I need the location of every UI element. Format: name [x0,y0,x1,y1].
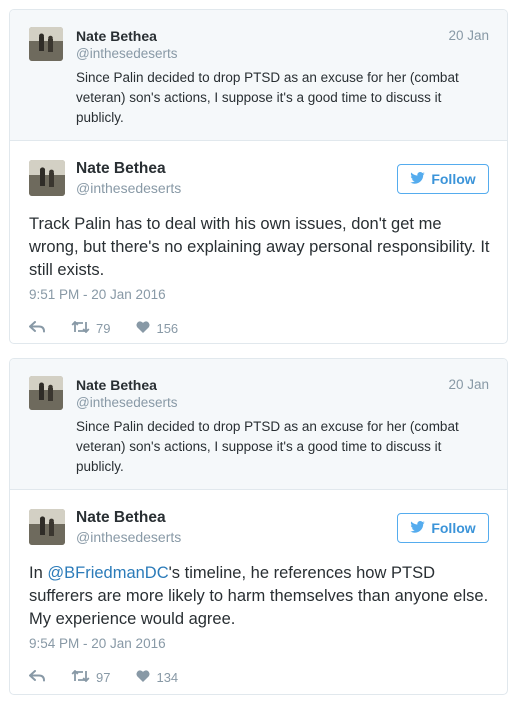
author-name[interactable]: Nate Bethea [76,509,166,527]
heart-icon [136,321,150,336]
like-button[interactable]: 156 [136,321,178,336]
avatar[interactable] [29,376,63,410]
retweet-count: 79 [96,321,111,336]
avatar[interactable] [29,27,63,61]
retweet-button[interactable]: 97 [71,669,111,685]
author-handle[interactable]: @inthesedeserts [76,180,181,196]
author-handle[interactable]: @inthesedeserts [76,529,181,545]
reply-button[interactable] [29,670,45,685]
tweet-timestamp[interactable]: 9:51 PM - 20 Jan 2016 [29,287,166,302]
tweet-actions: 79 156 [29,320,204,336]
retweet-count: 97 [96,670,111,685]
like-count: 134 [156,670,179,685]
retweet-button[interactable]: 79 [71,320,111,336]
tweet-text: In @BFriedmanDC's timeline, he reference… [29,562,494,631]
author-name[interactable]: Nate Bethea [76,160,166,178]
reply-button[interactable] [29,321,45,336]
avatar[interactable] [29,160,65,196]
quoted-tweet[interactable]: Nate Bethea @inthesedeserts 20 Jan Since… [10,359,507,490]
tweet-date[interactable]: 20 Jan [448,28,489,43]
tweet-text-prefix: In [29,564,48,582]
tweet-card: Nate Bethea @inthesedeserts 20 Jan Since… [9,358,508,695]
quoted-tweet[interactable]: Nate Bethea @inthesedeserts 20 Jan Since… [10,10,507,141]
mention-link[interactable]: @BFriedmanDC [47,564,168,582]
like-count: 156 [156,321,179,336]
author-name[interactable]: Nate Bethea [76,377,157,393]
reply-icon [29,670,45,685]
author-handle[interactable]: @inthesedeserts [76,395,178,410]
quoted-tweet-text: Since Palin decided to drop PTSD as an e… [76,419,459,474]
follow-button[interactable]: Follow [397,164,489,194]
tweet-date[interactable]: 20 Jan [448,377,489,392]
twitter-bird-icon [410,171,426,187]
author-name[interactable]: Nate Bethea [76,28,157,44]
like-button[interactable]: 134 [136,670,178,685]
heart-icon [136,670,150,685]
retweet-icon [71,669,90,685]
retweet-icon [71,320,90,336]
tweet-timestamp[interactable]: 9:54 PM - 20 Jan 2016 [29,636,166,651]
follow-label: Follow [431,520,476,536]
avatar[interactable] [29,509,65,545]
follow-button[interactable]: Follow [397,513,489,543]
twitter-bird-icon [410,520,426,536]
follow-label: Follow [431,171,476,187]
reply-icon [29,321,45,336]
tweet-text: Track Palin has to deal with his own iss… [29,215,490,279]
tweet-card: Nate Bethea @inthesedeserts 20 Jan Since… [9,9,508,344]
quoted-tweet-text: Since Palin decided to drop PTSD as an e… [76,70,459,125]
tweet-actions: 97 134 [29,669,204,685]
author-handle[interactable]: @inthesedeserts [76,46,178,61]
